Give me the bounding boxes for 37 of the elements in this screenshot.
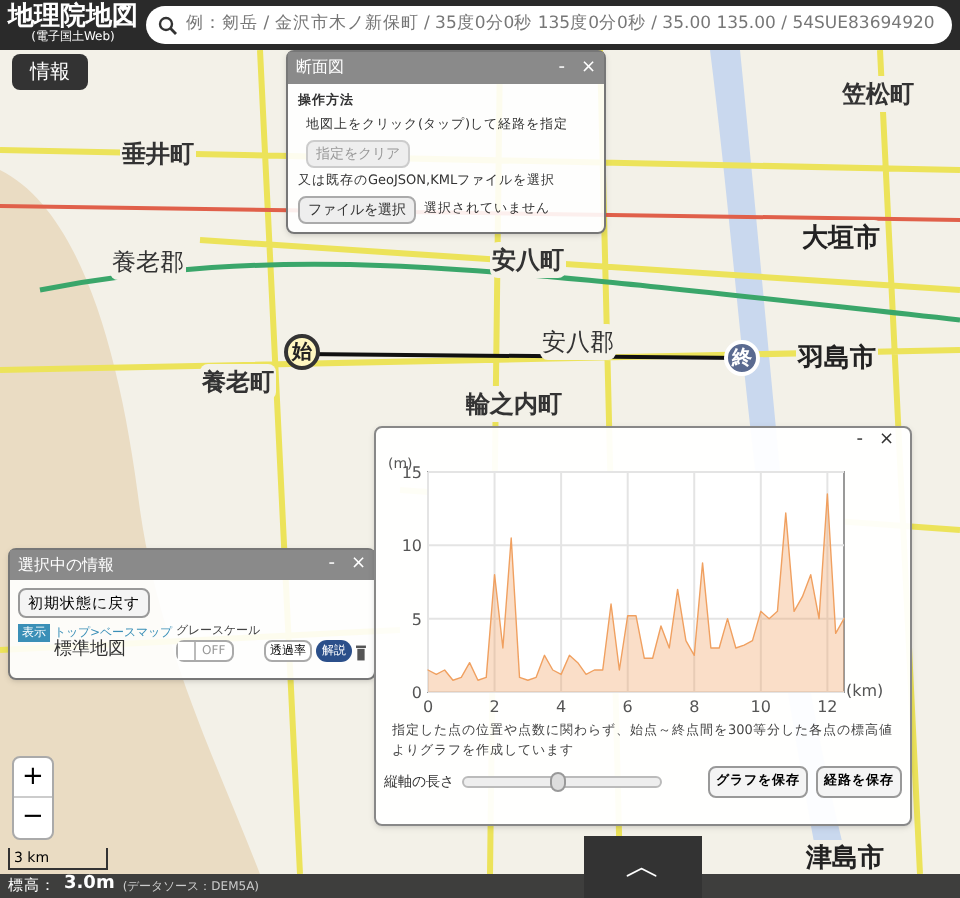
- info-button[interactable]: 情報: [12, 54, 88, 90]
- start-marker: 始: [284, 334, 320, 370]
- x-tick-label: 6: [622, 698, 633, 716]
- y-tick-label: 15: [401, 464, 422, 482]
- map-place-label: 安八郡: [540, 324, 616, 360]
- map-place-label: 安八町: [490, 242, 566, 278]
- map-place-label: 垂井町: [120, 136, 196, 172]
- x-tick-label: 0: [422, 698, 434, 716]
- slider-track[interactable]: [462, 775, 662, 788]
- map-place-label: 笠松町: [840, 76, 916, 112]
- map-place-label: 輪之内町: [464, 386, 564, 422]
- x-tick-label: 10: [750, 698, 771, 716]
- x-tick-label: 8: [689, 698, 700, 716]
- close-button[interactable]: ×: [878, 431, 894, 449]
- search-field[interactable]: 例：剱岳 / 金沢市木ノ新保町 / 35度0分0秒 135度0分0秒 / 35.00 135.00 / 54SUE83694920: [146, 6, 952, 44]
- x-tick-label: 12: [817, 698, 838, 716]
- x-axis-label: (km): [846, 682, 884, 700]
- y-tick-label: 0: [411, 684, 422, 702]
- map-place-label: 養老郡: [110, 244, 186, 280]
- y-tick-label: 10: [401, 537, 422, 556]
- trash-icon[interactable]: [356, 644, 366, 663]
- end-marker: 終: [724, 340, 760, 376]
- window-title: 断面図: [296, 56, 346, 80]
- logo-title: 地理院地図: [8, 4, 138, 30]
- x-tick-label: 4: [556, 698, 567, 716]
- x-tick-label: 2: [489, 698, 500, 716]
- y-tick-label: 5: [411, 610, 422, 629]
- window-title: 選択中の情報: [18, 553, 116, 577]
- slider-thumb[interactable]: [550, 771, 567, 792]
- map-place-label: 養老町: [200, 364, 276, 400]
- panel-toggle-button[interactable]: ︿: [584, 836, 702, 898]
- search-icon: [158, 15, 178, 35]
- layer-name: 標準地図: [54, 640, 128, 663]
- zoom-out-button[interactable]: −: [14, 798, 52, 838]
- elevation-value: 3.0m: [64, 872, 115, 898]
- minimize-button[interactable]: -: [856, 431, 863, 449]
- zoom-in-button[interactable]: +: [14, 758, 52, 798]
